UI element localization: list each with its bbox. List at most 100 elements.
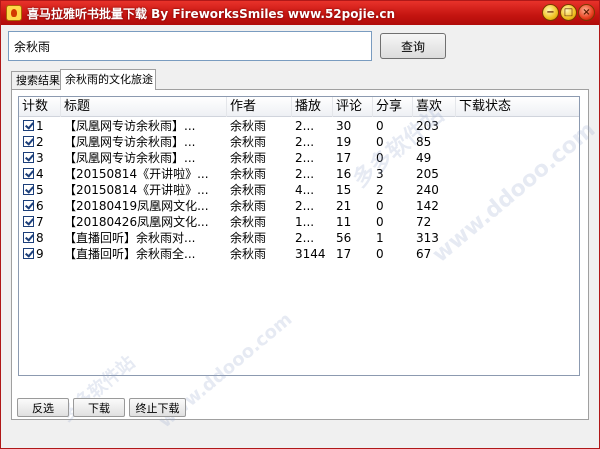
cell-plays: 2... xyxy=(295,151,315,165)
cell-shares: 0 xyxy=(376,151,384,165)
cell-author: 余秋雨 xyxy=(230,119,267,133)
cell-title: 【直播回听】余秋雨全... xyxy=(64,247,196,261)
cell-count: 6 xyxy=(36,199,44,213)
cell-comments: 15 xyxy=(336,183,352,197)
cell-author: 余秋雨 xyxy=(230,135,267,149)
table-row[interactable]: 6 【20180419凤凰网文化... 余秋雨 2... 21 0 142 xyxy=(19,198,579,214)
cell-title: 【20180419凤凰网文化... xyxy=(64,199,209,213)
cell-plays: 2... xyxy=(295,231,315,245)
cell-status xyxy=(456,118,579,134)
cell-title: 【20150814《开讲啦》... xyxy=(64,183,209,197)
table-row[interactable]: 4 【20150814《开讲啦》... 余秋雨 2... 16 3 205 xyxy=(19,166,579,182)
cell-title: 【凤凰网专访余秋雨】... xyxy=(64,151,196,165)
track-table[interactable]: 计数 标题 作者 播放 评论 分享 喜欢 下载状态 1 【凤凰网专访余秋雨】...… xyxy=(18,96,580,376)
cell-count: 4 xyxy=(36,167,44,181)
maximize-button[interactable]: □ xyxy=(560,4,577,21)
cell-plays: 2... xyxy=(295,119,315,133)
column-header-likes[interactable]: 喜欢 xyxy=(413,97,456,117)
column-header-shares[interactable]: 分享 xyxy=(373,97,413,117)
table-row[interactable]: 3 【凤凰网专访余秋雨】... 余秋雨 2... 17 0 49 xyxy=(19,150,579,166)
app-window: 喜马拉雅听书批量下载 By FireworksSmiles www.52poji… xyxy=(0,0,600,449)
stop-download-button[interactable]: 终止下载 xyxy=(129,398,186,417)
cell-plays: 2... xyxy=(295,167,315,181)
cell-shares: 0 xyxy=(376,199,384,213)
cell-shares: 0 xyxy=(376,119,384,133)
table-row[interactable]: 1 【凤凰网专访余秋雨】... 余秋雨 2... 30 0 203 xyxy=(19,118,579,134)
cell-author: 余秋雨 xyxy=(230,183,267,197)
tab-search-results[interactable]: 搜索结果 xyxy=(11,71,61,89)
cell-author: 余秋雨 xyxy=(230,231,267,245)
cell-count: 8 xyxy=(36,231,44,245)
cell-count: 2 xyxy=(36,135,44,149)
download-button[interactable]: 下载 xyxy=(73,398,125,417)
table-row[interactable]: 8 【直播回听】余秋雨对... 余秋雨 2... 56 1 313 xyxy=(19,230,579,246)
cell-plays: 4... xyxy=(295,183,315,197)
cell-status xyxy=(456,246,579,262)
cell-author: 余秋雨 xyxy=(230,215,267,229)
app-logo-icon xyxy=(6,5,22,21)
cell-likes: 85 xyxy=(416,135,432,149)
column-header-count[interactable]: 计数 xyxy=(19,97,61,117)
window-title: 喜马拉雅听书批量下载 By FireworksSmiles www.52poji… xyxy=(27,7,396,21)
cell-shares: 3 xyxy=(376,167,384,181)
cell-comments: 21 xyxy=(336,199,352,213)
cell-count: 9 xyxy=(36,247,44,261)
cell-likes: 67 xyxy=(416,247,432,261)
cell-likes: 313 xyxy=(416,231,439,245)
maximize-icon: □ xyxy=(563,7,574,18)
cell-plays: 2... xyxy=(295,199,315,213)
cell-shares: 2 xyxy=(376,183,384,197)
cell-count: 5 xyxy=(36,183,44,197)
cell-status xyxy=(456,230,579,246)
cell-title: 【20180426凤凰网文化... xyxy=(64,215,209,229)
cell-likes: 72 xyxy=(416,215,432,229)
table-row[interactable]: 2 【凤凰网专访余秋雨】... 余秋雨 2... 19 0 85 xyxy=(19,134,579,150)
column-header-title[interactable]: 标题 xyxy=(61,97,227,117)
minimize-button[interactable]: − xyxy=(542,4,559,21)
cell-shares: 1 xyxy=(376,231,384,245)
table-row[interactable]: 7 【20180426凤凰网文化... 余秋雨 1... 11 0 72 xyxy=(19,214,579,230)
search-input[interactable] xyxy=(8,31,372,61)
column-header-plays[interactable]: 播放 xyxy=(292,97,333,117)
cell-shares: 0 xyxy=(376,247,384,261)
cell-comments: 17 xyxy=(336,247,352,261)
cell-comments: 30 xyxy=(336,119,352,133)
cell-comments: 11 xyxy=(336,215,352,229)
close-button[interactable]: × xyxy=(578,4,595,21)
table-row[interactable]: 9 【直播回听】余秋雨全... 余秋雨 3144 17 0 67 xyxy=(19,246,579,262)
cell-shares: 0 xyxy=(376,215,384,229)
cell-title: 【凤凰网专访余秋雨】... xyxy=(64,135,196,149)
close-icon: × xyxy=(582,7,591,18)
cell-plays: 2... xyxy=(295,135,315,149)
cell-comments: 17 xyxy=(336,151,352,165)
cell-count: 1 xyxy=(36,119,44,133)
cell-status xyxy=(456,150,579,166)
cell-status xyxy=(456,214,579,230)
cell-shares: 0 xyxy=(376,135,384,149)
column-header-comments[interactable]: 评论 xyxy=(333,97,373,117)
cell-author: 余秋雨 xyxy=(230,167,267,181)
invert-selection-button[interactable]: 反选 xyxy=(17,398,69,417)
cell-status xyxy=(456,134,579,150)
table-header: 计数 标题 作者 播放 评论 分享 喜欢 下载状态 xyxy=(19,97,579,117)
cell-title: 【20150814《开讲啦》... xyxy=(64,167,209,181)
cell-likes: 49 xyxy=(416,151,432,165)
cell-likes: 142 xyxy=(416,199,439,213)
cell-plays: 3144 xyxy=(295,247,326,261)
query-button[interactable]: 查询 xyxy=(380,33,446,59)
column-header-author[interactable]: 作者 xyxy=(227,97,292,117)
cell-author: 余秋雨 xyxy=(230,247,267,261)
cell-status xyxy=(456,182,579,198)
minimize-icon: − xyxy=(546,7,555,18)
cell-author: 余秋雨 xyxy=(230,199,267,213)
cell-title: 【直播回听】余秋雨对... xyxy=(64,231,196,245)
cell-author: 余秋雨 xyxy=(230,151,267,165)
cell-plays: 1... xyxy=(295,215,315,229)
column-header-status[interactable]: 下载状态 xyxy=(456,97,579,117)
table-row[interactable]: 5 【20150814《开讲啦》... 余秋雨 4... 15 2 240 xyxy=(19,182,579,198)
cell-status xyxy=(456,166,579,182)
title-bar[interactable]: 喜马拉雅听书批量下载 By FireworksSmiles www.52poji… xyxy=(1,1,599,25)
cell-comments: 16 xyxy=(336,167,352,181)
cell-count: 3 xyxy=(36,151,44,165)
tab-album[interactable]: 余秋雨的文化旅途 xyxy=(60,69,156,90)
